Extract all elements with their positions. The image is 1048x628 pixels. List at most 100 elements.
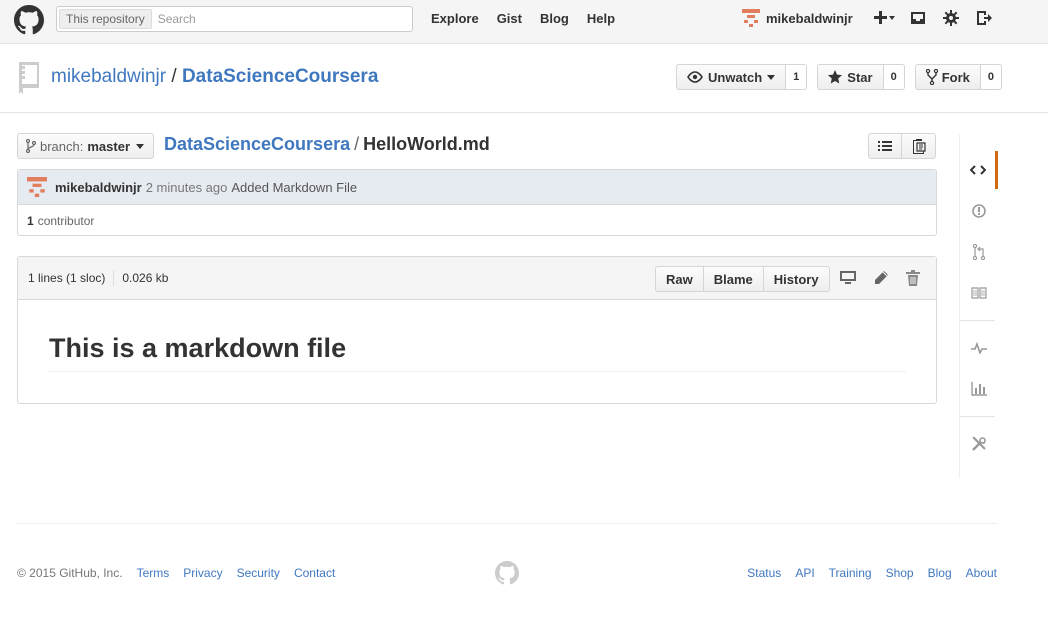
sign-out-icon[interactable]: [976, 10, 992, 26]
avatar[interactable]: [27, 177, 47, 197]
desktop-icon[interactable]: [840, 271, 856, 285]
footer-link-about[interactable]: About: [966, 566, 997, 580]
footer-right: Status API Training Shop Blog About: [733, 566, 997, 580]
repo-owner-link[interactable]: mikebaldwinjr: [51, 66, 166, 87]
sidebar-item-wiki[interactable]: [960, 274, 998, 312]
username-link[interactable]: mikebaldwinjr: [766, 11, 853, 26]
graph-icon: [971, 382, 987, 396]
pulse-icon: [971, 342, 987, 354]
nav-help-link[interactable]: Help: [587, 11, 615, 26]
commit-tease: mikebaldwinjr 2 minutes ago Added Markdo…: [17, 169, 937, 236]
settings-icon: [971, 436, 987, 452]
branch-select-button[interactable]: branch: master: [17, 133, 155, 159]
file-info-divider: [113, 270, 115, 286]
footer-link-privacy[interactable]: Privacy: [183, 566, 222, 580]
sidebar-divider: [960, 320, 995, 321]
footer-link-training[interactable]: Training: [829, 566, 872, 580]
eye-icon: [687, 71, 703, 83]
commit-message-link[interactable]: Added Markdown File: [231, 180, 357, 195]
github-mark-icon[interactable]: [495, 561, 519, 585]
site-header: This repository Explore Gist Blog Help m…: [0, 0, 1048, 44]
gear-icon[interactable]: [943, 10, 959, 26]
file-action-buttons: Raw Blame History: [655, 266, 830, 292]
fork-icon: [925, 69, 938, 85]
sidebar-item-settings[interactable]: [960, 425, 998, 463]
file-header: 1 lines (1 sloc) 0.026 kb Raw Blame Hist…: [18, 257, 936, 300]
issue-icon: [972, 204, 986, 218]
contributors-label: contributor: [37, 213, 95, 228]
unwatch-button[interactable]: Unwatch: [676, 64, 787, 90]
blame-button[interactable]: Blame: [703, 266, 764, 292]
footer-link-api[interactable]: API: [795, 566, 814, 580]
list-icon: [878, 140, 892, 152]
file-nav-buttons: [868, 133, 936, 159]
repo-header: mikebaldwinjr / DataScienceCoursera Unwa…: [0, 44, 1048, 113]
header-icons: [872, 10, 992, 26]
code-icon: [969, 164, 986, 176]
fork-button[interactable]: Fork: [914, 64, 981, 90]
repo-actions: Unwatch 1 Star 0 Fork 0: [676, 64, 1003, 90]
footer-link-security[interactable]: Security: [237, 566, 280, 580]
footer-link-terms[interactable]: Terms: [137, 566, 170, 580]
inbox-icon[interactable]: [910, 10, 926, 26]
fork-label: Fork: [941, 69, 970, 85]
trash-icon[interactable]: [906, 270, 920, 286]
branch-value: master: [87, 138, 131, 154]
breadcrumb-file-name: HelloWorld.md: [363, 134, 490, 154]
contributors-count: 1: [27, 213, 34, 228]
branch-icon: [26, 139, 36, 153]
repo-title: mikebaldwinjr / DataScienceCoursera: [51, 66, 378, 88]
forks-count[interactable]: 0: [980, 64, 1003, 90]
footer-copyright: © 2015 GitHub, Inc.: [17, 566, 123, 580]
raw-button[interactable]: Raw: [655, 266, 704, 292]
commit-author-link[interactable]: mikebaldwinjr: [55, 180, 142, 195]
contributors[interactable]: 1 contributor: [18, 205, 936, 236]
sidebar-item-pull-requests[interactable]: [960, 233, 998, 271]
sidebar-item-graphs[interactable]: [960, 370, 998, 408]
branch-label: branch:: [40, 138, 84, 154]
search-scope-label: This repository: [59, 9, 152, 29]
sidebar-divider: [960, 416, 995, 417]
clipboard-icon: [912, 138, 926, 154]
user-menu[interactable]: mikebaldwinjr: [742, 9, 853, 27]
footer-link-contact[interactable]: Contact: [294, 566, 335, 580]
breadcrumb-separator: /: [354, 134, 360, 154]
file-size: 0.026 kb: [122, 271, 169, 285]
sidebar-item-code[interactable]: [960, 151, 998, 189]
nav-blog-link[interactable]: Blog: [540, 11, 569, 26]
star-icon: [828, 70, 843, 84]
github-logo-icon[interactable]: [14, 5, 44, 35]
star-button[interactable]: Star: [817, 64, 884, 90]
search-input[interactable]: [157, 12, 408, 26]
footer-link-shop[interactable]: Shop: [886, 566, 914, 580]
avatar: [742, 9, 760, 27]
stars-count[interactable]: 0: [883, 64, 905, 90]
breadcrumb-repo-link[interactable]: DataScienceCoursera: [164, 134, 350, 154]
copy-path-button[interactable]: [902, 133, 936, 159]
pencil-icon[interactable]: [873, 270, 889, 286]
file-lines: 1 lines (1 sloc): [28, 271, 106, 285]
file-box: 1 lines (1 sloc) 0.026 kb Raw Blame Hist…: [17, 256, 937, 404]
watchers-count[interactable]: 1: [786, 64, 808, 90]
unwatch-label: Unwatch: [708, 69, 763, 85]
breadcrumb: DataScienceCoursera / HelloWorld.md: [164, 134, 490, 155]
footer-link-status[interactable]: Status: [747, 566, 781, 580]
footer-left: © 2015 GitHub, Inc. Terms Privacy Securi…: [17, 566, 335, 580]
nav-gist-link[interactable]: Gist: [497, 11, 522, 26]
footer-divider: [17, 523, 997, 524]
sidebar-item-pulse[interactable]: [960, 329, 998, 367]
wiki-icon: [971, 287, 987, 299]
caret-down-icon: [767, 74, 776, 80]
history-list-button[interactable]: [868, 133, 902, 159]
star-label: Star: [847, 69, 873, 85]
plus-dropdown-icon[interactable]: [872, 10, 896, 26]
nav-explore-link[interactable]: Explore: [431, 11, 479, 26]
sidebar-item-issues[interactable]: [960, 192, 998, 230]
repo-sidebar-nav: [959, 134, 998, 478]
history-button[interactable]: History: [763, 266, 830, 292]
repo-title-separator: /: [171, 66, 177, 87]
latest-commit: mikebaldwinjr 2 minutes ago Added Markdo…: [18, 170, 936, 205]
top-nav: Explore Gist Blog Help: [431, 0, 633, 37]
footer-link-blog[interactable]: Blog: [928, 566, 952, 580]
repo-name-link[interactable]: DataScienceCoursera: [182, 66, 378, 87]
